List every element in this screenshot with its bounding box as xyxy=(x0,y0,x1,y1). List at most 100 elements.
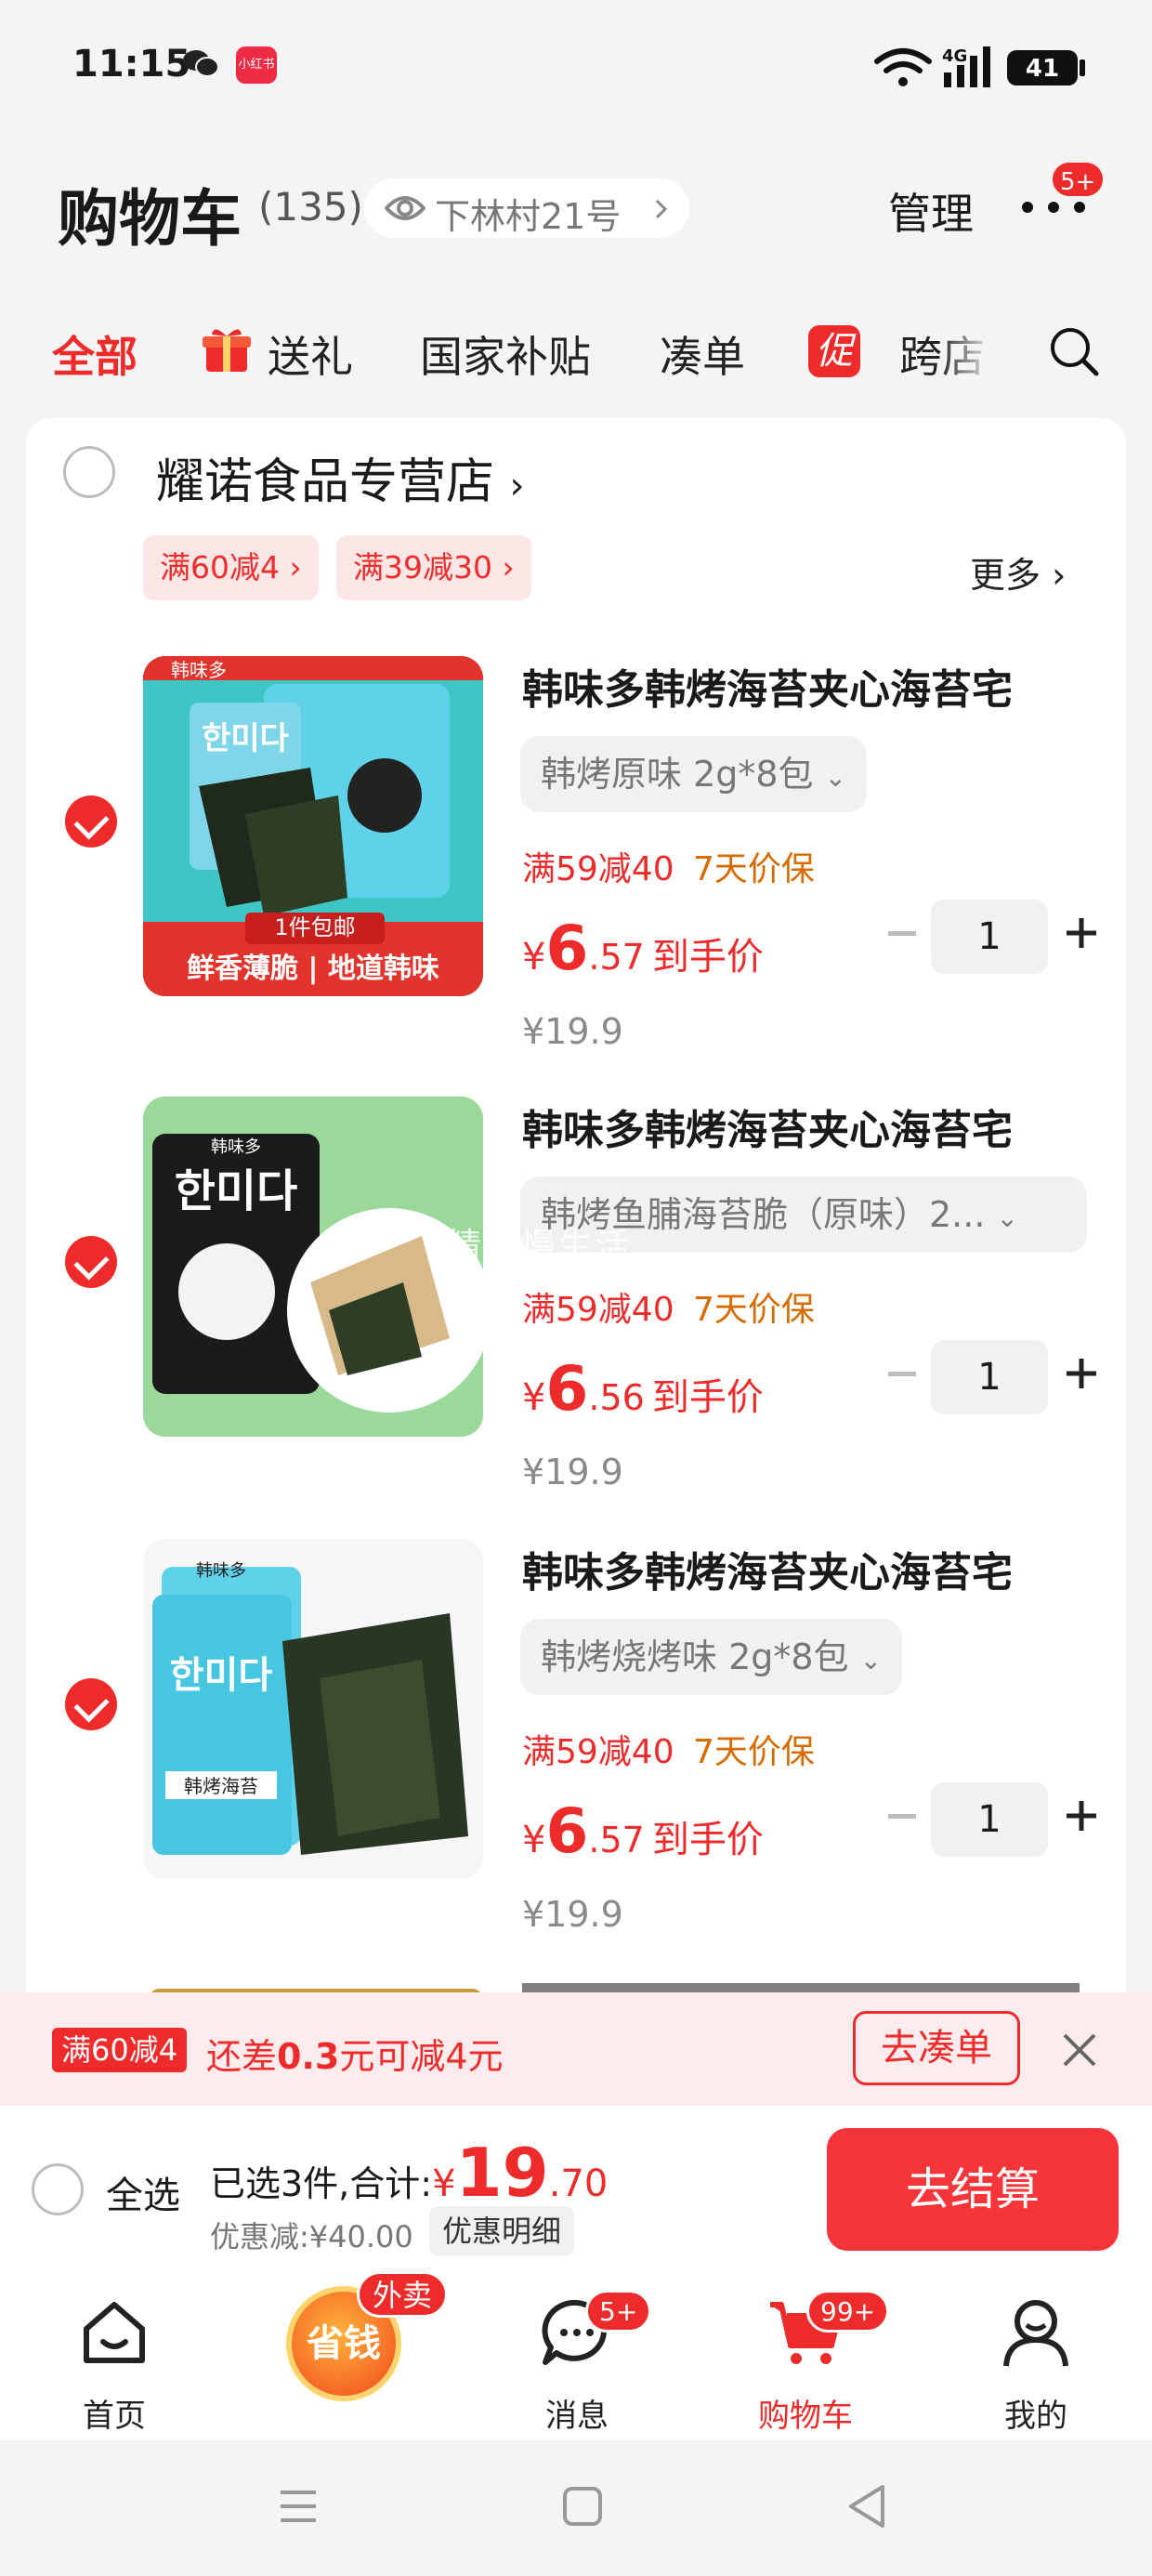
decrease-button[interactable] xyxy=(888,931,916,936)
nav-cart[interactable]: 99+ 购物车 xyxy=(736,2290,890,2435)
store-checkbox[interactable] xyxy=(63,446,115,498)
cart-item: 1件包邮 鲜香薄脆 | 地道韩味 韩味多 한미다 韩味多韩烤海苔夹心海苔宅 韩烤… xyxy=(26,656,1126,1093)
increase-button[interactable] xyxy=(1065,916,1098,950)
price-currency: ¥ xyxy=(522,1819,546,1861)
add-on-button[interactable]: 去凑单 xyxy=(853,2011,1020,2085)
spec-label: 韩烤烧烤味 2g*8包 xyxy=(541,1636,849,1677)
total-currency: ¥ xyxy=(432,2162,456,2205)
chevron-down-icon: ⌄ xyxy=(859,1645,883,1676)
manage-button[interactable]: 管理 xyxy=(888,180,974,242)
price-dec: .57 xyxy=(588,1820,645,1860)
nav-label: 首页 xyxy=(83,2398,146,2435)
tab-national-subsidy[interactable]: 国家补贴 xyxy=(420,323,591,385)
price-dec: .57 xyxy=(588,937,645,978)
address-selector[interactable]: 下林村21号 xyxy=(364,178,689,238)
product-name[interactable]: 韩味多韩烤海苔夹心海苔宅 xyxy=(522,656,1013,716)
discount-detail-button[interactable]: 优惠明细 xyxy=(429,2206,575,2256)
thumb-banner: 1件包邮 xyxy=(274,914,355,940)
chevron-right-icon xyxy=(655,199,668,219)
spec-label: 韩烤原味 2g*8包 xyxy=(541,754,814,795)
nav-home[interactable]: 首页 xyxy=(45,2293,184,2435)
message-badge: 5+ xyxy=(585,2290,652,2333)
thumb-brand: 韩味多 xyxy=(196,1561,246,1581)
menu-icon[interactable] xyxy=(277,2485,320,2528)
spec-selector[interactable]: 韩烤烧烤味 2g*8包 ⌄ xyxy=(520,1619,903,1695)
tab-gift[interactable]: 送礼 xyxy=(268,323,353,385)
select-all-checkbox[interactable] xyxy=(32,2163,84,2215)
store-name[interactable]: 耀诺食品专营店 › xyxy=(156,442,525,512)
tab-all[interactable]: 全部 xyxy=(52,323,137,385)
wechat-icon xyxy=(183,50,219,77)
price-dec: .56 xyxy=(588,1377,645,1418)
increase-button[interactable] xyxy=(1065,1799,1098,1833)
promo-tag: 满59减40 xyxy=(522,1291,674,1329)
chevron-right-icon: › xyxy=(509,465,525,507)
total-int: 19 xyxy=(455,2134,549,2212)
product-image[interactable]: 韩味多 한미다 韩烤海苔 xyxy=(143,1539,483,1879)
system-nav-bar xyxy=(0,2440,1152,2576)
quantity-input[interactable]: 1 xyxy=(931,900,1048,974)
battery-level: 41 xyxy=(1026,55,1059,83)
battery-icon: 41 xyxy=(1007,50,1085,85)
price-currency: ¥ xyxy=(522,936,546,979)
price-int: 6 xyxy=(545,913,589,984)
item-checkbox[interactable] xyxy=(65,795,117,848)
decrease-button[interactable] xyxy=(888,1372,916,1376)
promo-icon: 促 xyxy=(808,325,860,377)
cart-count: (135) xyxy=(258,184,363,230)
tab-bundle[interactable]: 凑单 xyxy=(660,323,745,385)
promo-tag: 满59减40 xyxy=(522,1733,674,1771)
status-time: 11:15 xyxy=(72,43,191,85)
total-summary: 已选3件,合计:¥19.70 xyxy=(210,2134,608,2212)
final-price: ¥6.56 到手价 xyxy=(522,1353,764,1425)
item-checkbox[interactable] xyxy=(65,1678,117,1730)
promo-message: 还差0.3元可减4元 xyxy=(206,2028,504,2079)
thumb-brand: 韩味多 xyxy=(211,1137,261,1157)
bottom-nav: 首页 省钱 外卖 5+ 消息 99+ 购物车 我的 xyxy=(0,2271,1152,2440)
original-price: ¥19.9 xyxy=(522,1894,623,1935)
product-name[interactable]: 韩味多韩烤海苔夹心海苔宅 xyxy=(522,1539,1013,1598)
select-all-label[interactable]: 全选 xyxy=(106,2165,180,2219)
filter-tabs: 全部 送礼 国家补贴 凑单 促 跨店 xyxy=(0,307,1152,409)
thumb-brand: 韩味多 xyxy=(171,659,227,681)
status-indicators: 4G 41 xyxy=(874,46,1085,87)
final-price: ¥6.57 到手价 xyxy=(522,913,764,984)
back-icon[interactable] xyxy=(845,2483,888,2530)
product-image-art: 1件包邮 鲜香薄脆 | 地道韩味 韩味多 한미다 xyxy=(143,656,483,996)
nav-messages[interactable]: 5+ 消息 xyxy=(507,2290,652,2435)
cart-item: 韩味多 한미다 韩烤海苔 韩味多韩烤海苔夹心海苔宅 韩烤烧烤味 2g*8包 ⌄ … xyxy=(26,1539,1126,1976)
increase-button[interactable] xyxy=(1065,1357,1098,1390)
checkout-button[interactable]: 去结算 xyxy=(827,2128,1119,2251)
product-name[interactable]: 韩味多韩烤海苔夹心海苔宅 xyxy=(522,1097,1013,1156)
cart-badge: 99+ xyxy=(806,2290,890,2333)
promo-suffix: 元可减4元 xyxy=(339,2036,504,2077)
product-image[interactable]: 1件包邮 鲜香薄脆 | 地道韩味 韩味多 한미다 xyxy=(143,656,483,996)
cart-item: 한미다 韩味多 韩味多韩烤海苔夹心海苔宅 韩烤鱼脯海苔脆（原味）2... ⌄ 满… xyxy=(26,1097,1126,1533)
price-int: 6 xyxy=(545,1353,589,1425)
store-card: 耀诺食品专营店 › 满60减4 › 满39减30 › 更多 › 1件包邮 鲜香薄… xyxy=(26,418,1126,1998)
price-label: 到手价 xyxy=(651,936,764,979)
quantity-input[interactable]: 1 xyxy=(931,1340,1048,1414)
price-guard-tag: 7天价保 xyxy=(693,850,815,888)
more-badge: 5+ xyxy=(1050,160,1106,199)
more-coupons-link[interactable]: 更多 › xyxy=(970,546,1066,598)
quantity-input[interactable]: 1 xyxy=(931,1782,1048,1857)
discount-amount: 优惠减:¥40.00 xyxy=(210,2219,413,2254)
network-type: 4G xyxy=(942,46,967,66)
nav-profile[interactable]: 我的 xyxy=(966,2293,1106,2435)
promo-prefix: 还差 xyxy=(206,2036,278,2077)
page-title: 购物车 xyxy=(58,183,242,255)
spec-selector[interactable]: 韩烤原味 2g*8包 ⌄ xyxy=(520,736,868,812)
decrease-button[interactable] xyxy=(888,1814,916,1819)
address-label: 下林村21号 xyxy=(435,196,622,237)
thumb-kr: 한미다 xyxy=(202,720,289,757)
home-square-icon[interactable] xyxy=(561,2485,604,2528)
search-icon[interactable] xyxy=(1048,325,1100,377)
coupon-tag[interactable]: 满60减4 › xyxy=(143,535,319,600)
final-price: ¥6.57 到手价 xyxy=(522,1795,764,1867)
original-price: ¥19.9 xyxy=(522,1452,623,1492)
product-image[interactable]: 한미다 韩味多 xyxy=(143,1097,483,1437)
coupon-tag[interactable]: 满39减30 › xyxy=(336,535,531,600)
close-icon[interactable] xyxy=(1061,2031,1098,2069)
item-checkbox[interactable] xyxy=(65,1236,117,1288)
